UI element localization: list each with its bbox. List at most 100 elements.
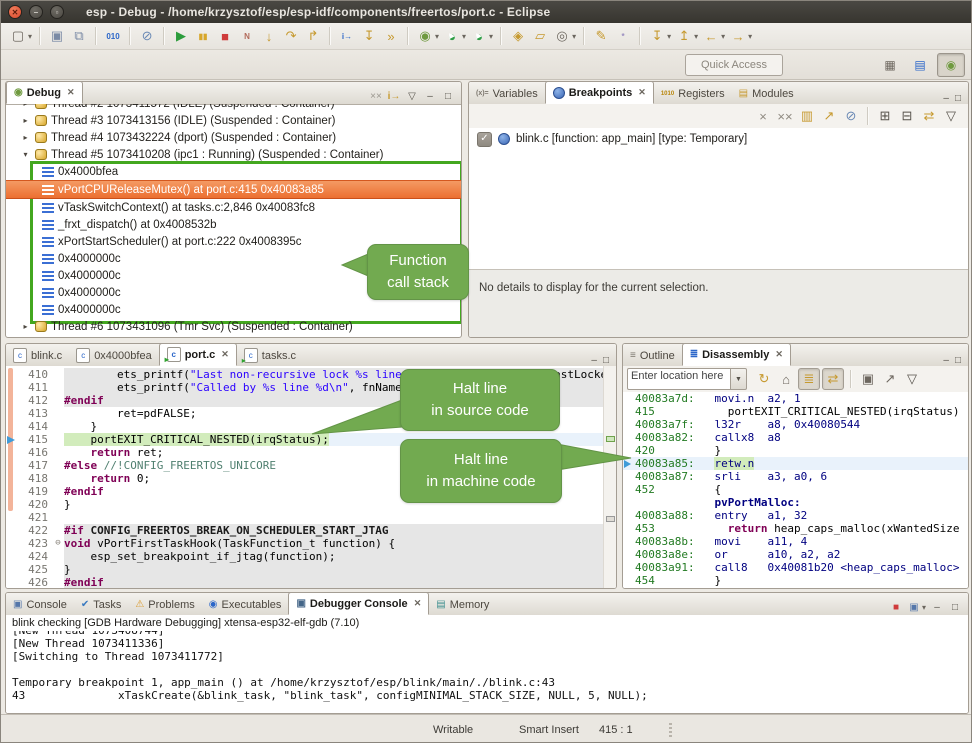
external-tools-caret[interactable]: ▾ — [489, 32, 493, 41]
track-expression-toggle-icon[interactable]: ⇄ — [822, 368, 844, 390]
disassembly-row[interactable]: 40083a8b: movi a11, 4 — [623, 535, 968, 548]
line-ruler[interactable] — [6, 498, 18, 511]
disassembly-row[interactable]: 454 } — [623, 574, 968, 587]
expand-arrow-icon[interactable]: ▸ — [20, 116, 31, 125]
console-output[interactable]: [New Thread 1073408744][New Thread 10734… — [6, 631, 968, 713]
minimize-icon[interactable]: – — [943, 93, 949, 104]
remove-breakpoint-icon[interactable]: × — [753, 106, 773, 126]
disassembly-row[interactable]: 40083a88: entry a1, 32 — [623, 509, 968, 522]
open-new-view-icon[interactable]: ↗ — [880, 369, 900, 389]
tab-tasks[interactable]: ✔ Tasks — [74, 594, 129, 615]
thread-row[interactable]: ▸Thread #2 1073411572 (IDLE) (Suspended … — [6, 104, 461, 112]
vertical-sash[interactable] — [617, 343, 622, 589]
resume-icon[interactable]: ▶ — [171, 26, 191, 46]
remove-all-terminated-icon[interactable]: ×× — [368, 88, 384, 104]
new-wizard-caret[interactable]: ▾ — [28, 32, 32, 41]
breakpoint-checkbox[interactable]: ✓ — [477, 132, 492, 147]
location-dropdown-icon[interactable]: ▼ — [731, 368, 747, 390]
tab-memory[interactable]: ▤ Memory — [429, 594, 496, 615]
tab-0x4000bfea[interactable]: c 0x4000bfea — [69, 345, 159, 366]
overview-annotation[interactable] — [606, 516, 615, 522]
horizontal-sash[interactable] — [5, 338, 969, 343]
fold-icon[interactable]: ⊖ — [52, 537, 64, 550]
expand-arrow-icon[interactable]: ▸ — [20, 133, 31, 142]
breakpoints-list[interactable]: ✓ blink.c [function: app_main] [type: Te… — [469, 128, 968, 269]
open-resource-icon[interactable]: ▱ — [530, 26, 550, 46]
disassembly-row[interactable]: 40083a7d: movi.n a2, 1 — [623, 392, 968, 405]
view-menu-icon[interactable]: ▽ — [404, 88, 420, 104]
maximize-icon[interactable]: □ — [955, 355, 961, 366]
line-ruler[interactable] — [6, 524, 18, 537]
line-ruler[interactable] — [6, 407, 18, 420]
expand-arrow-icon[interactable]: ▾ — [20, 150, 31, 159]
disassembly-row[interactable]: 420 } — [623, 444, 968, 457]
line-ruler[interactable] — [6, 368, 18, 381]
tab-outline[interactable]: ≡ Outline — [623, 345, 682, 366]
disassembly-row[interactable]: 452 { — [623, 483, 968, 496]
line-ruler[interactable] — [6, 472, 18, 485]
thread-row[interactable]: ▸Thread #3 1073413156 (IDLE) (Suspended … — [6, 112, 461, 129]
tab-tasks-c[interactable]: c tasks.c — [237, 345, 303, 366]
location-input[interactable]: Enter location here — [627, 368, 731, 390]
disassembly-row[interactable]: 40083a91: call8 0x40081b20 <heap_caps_ma… — [623, 561, 968, 574]
collapse-all-icon[interactable]: ⊟ — [897, 106, 917, 126]
stack-frame-row[interactable]: vTaskSwitchContext() at tasks.c:2,846 0x… — [6, 199, 461, 216]
stack-frame-row[interactable]: 0x4000000c — [6, 301, 461, 318]
disasm-menu-icon[interactable]: ▽ — [902, 369, 922, 389]
disassembly-row[interactable]: 453 return heap_caps_malloc(xWantedSize — [623, 522, 968, 535]
run-caret[interactable]: ▾ — [462, 32, 466, 41]
tab-debug[interactable]: ◉ Debug ✕ — [6, 81, 83, 104]
mark-occurrences-icon[interactable]: ✎ — [591, 26, 611, 46]
save-all-icon[interactable]: ⧉ — [69, 26, 89, 46]
step-filters-icon[interactable]: » — [381, 26, 401, 46]
expand-arrow-icon[interactable]: ▸ — [20, 322, 31, 331]
line-ruler[interactable] — [6, 511, 18, 524]
thread-row[interactable]: ▸Thread #4 1073432224 (dport) (Suspended… — [6, 129, 461, 146]
stack-frame-row[interactable]: 0x4000bfea — [6, 163, 461, 180]
tab-problems[interactable]: ⚠ Problems — [128, 594, 201, 615]
tab-blink-c[interactable]: c blink.c — [6, 345, 69, 366]
search-caret[interactable]: ▾ — [572, 32, 576, 41]
minimize-icon[interactable]: – — [943, 355, 949, 366]
tab-disassembly[interactable]: ≣ Disassembly ✕ — [682, 343, 791, 366]
debug-icon[interactable]: ◉ — [415, 26, 435, 46]
breakpoint-row[interactable]: ✓ blink.c [function: app_main] [type: Te… — [469, 128, 968, 148]
overview-annotation[interactable] — [606, 436, 615, 442]
expand-arrow-icon[interactable]: ▸ — [20, 104, 31, 108]
overview-ruler[interactable] — [603, 366, 616, 588]
close-icon[interactable]: ✕ — [67, 87, 75, 98]
run-icon[interactable]: ●▶ — [442, 26, 462, 46]
terminate-icon[interactable]: ■ — [215, 26, 235, 46]
close-icon[interactable]: ✕ — [638, 87, 646, 98]
line-ruler[interactable] — [6, 459, 18, 472]
console-maximize-icon[interactable]: □ — [947, 599, 963, 615]
open-perspective-icon[interactable]: ▦ — [877, 54, 903, 76]
disassembly-row[interactable]: 40083a87: srli a3, a0, 6 — [623, 470, 968, 483]
external-tools-icon[interactable]: ●▶ — [469, 26, 489, 46]
disassembly-row[interactable]: 40083a82: callx8 a8 — [623, 431, 968, 444]
window-maximize-button[interactable]: ▫ — [50, 5, 64, 19]
disassembly-row[interactable]: 415 portEXIT_CRITICAL_NESTED(irqStatus) — [623, 405, 968, 418]
line-ruler[interactable] — [6, 381, 18, 394]
line-ruler[interactable] — [6, 433, 18, 446]
close-icon[interactable]: ✕ — [221, 349, 229, 360]
link-with-debug-icon[interactable]: ⇄ — [919, 106, 939, 126]
forward-icon[interactable]: → — [728, 26, 748, 46]
window-close-button[interactable]: ✕ — [8, 5, 22, 19]
step-over-icon[interactable]: ↷ — [281, 26, 301, 46]
tab-debugger-console[interactable]: ▣ Debugger Console ✕ — [288, 592, 429, 615]
thread-row[interactable]: ▸Thread #6 1073431096 (Tmr Svc) (Suspend… — [6, 318, 461, 335]
disassembly-row[interactable]: 40083a85: retw.n — [623, 457, 968, 470]
tab-breakpoints[interactable]: Breakpoints ✕ — [545, 81, 654, 104]
disassembly-row[interactable]: or a2, a10, a10 — [623, 587, 968, 588]
show-breakpoints-for-icon[interactable]: ▥ — [797, 106, 817, 126]
binary-trace-icon[interactable]: 010 — [103, 26, 123, 46]
tab-executables[interactable]: ◉ Executables — [202, 594, 289, 615]
view-instruction-step-icon[interactable]: i→ — [386, 88, 402, 104]
show-source-toggle-icon[interactable]: ≣ — [798, 368, 820, 390]
last-edit-location-caret[interactable]: ▾ — [667, 32, 671, 41]
instruction-stepping-icon[interactable]: i→ — [337, 26, 357, 46]
minimize-icon[interactable]: – — [591, 355, 597, 366]
line-ruler[interactable] — [6, 446, 18, 459]
tab-modules[interactable]: ▤ Modules — [732, 83, 801, 104]
